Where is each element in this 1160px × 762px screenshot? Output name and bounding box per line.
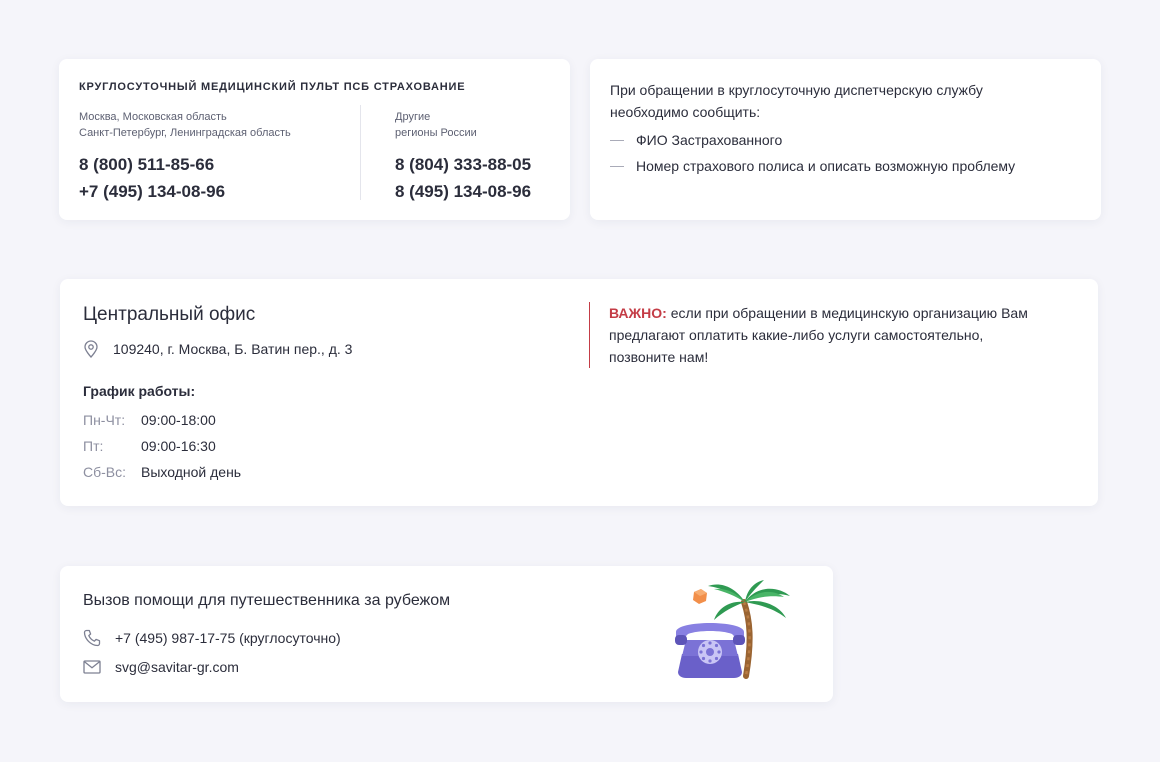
travel-email-text: svg@savitar-gr.com [115,659,239,675]
list-item-text: ФИО Застрахованного [636,132,783,148]
office-address: 109240, г. Москва, Б. Ватин пер., д. 3 [83,340,352,358]
travel-email[interactable]: svg@savitar-gr.com [83,659,239,675]
region-other: Другие регионы России [395,109,531,143]
schedule-time: 09:00-18:00 [141,412,216,428]
list-item-text: Номер страхового полиса и описать возмож… [636,158,1016,174]
envelope-icon [83,660,101,674]
phone-link[interactable]: 8 (800) 511-85-66 [79,151,291,178]
schedule-row: Сб-Вс: Выходной день [83,459,241,485]
schedule-day: Пт: [83,438,104,454]
dash-bullet [610,139,624,141]
region-line: Москва, Московская область [79,111,227,123]
orange-cube-shape [693,589,707,604]
important-label: ВАЖНО: [609,305,667,321]
important-text: если при обращении в медицинскую организ… [609,305,1028,365]
schedule-row: Пн-Чт: 09:00-18:00 [83,407,241,433]
location-pin-icon [84,340,98,358]
region-line: Другие [395,111,431,123]
dispatch-card: КРУГЛОСУТОЧНЫЙ МЕДИЦИНСКИЙ ПУЛЬТ ПСБ СТР… [59,59,570,220]
travel-phone[interactable]: +7 (495) 987-17-75 (круглосуточно) [83,629,341,647]
phone-link[interactable]: +7 (495) 134-08-96 [79,178,291,205]
phone-link[interactable]: 8 (495) 134-08-96 [395,178,531,205]
dispatch-regions-column: Другие регионы России 8 (804) 333-88-05 … [395,109,531,205]
travel-card: Вызов помощи для путешественника за рубе… [60,566,833,702]
phone-link[interactable]: 8 (804) 333-88-05 [395,151,531,178]
schedule-day: Сб-Вс: [83,464,127,480]
important-note: ВАЖНО: если при обращении в медицинскую … [589,302,1049,368]
region-moscow: Москва, Московская область Санкт-Петербу… [79,109,291,143]
rotary-telephone-shape [675,623,745,678]
schedule-time: Выходной день [141,464,242,480]
schedule-title: График работы: [83,383,196,399]
list-item: Номер страхового полиса и описать возмож… [610,153,1015,179]
schedule-row: Пт: 09:00-16:30 [83,433,241,459]
schedule-day: Пн-Чт: [83,412,126,428]
travel-title: Вызов помощи для путешественника за рубе… [83,592,451,609]
region-line: Санкт-Петербург, Ленинградская область [79,127,291,139]
notice-intro: При обращении в круглосуточную диспетчер… [610,82,983,120]
schedule-table: Пн-Чт: 09:00-18:00 Пт: 09:00-16:30 Сб-Вс… [83,407,241,485]
list-item: ФИО Застрахованного [610,127,1015,153]
office-card: Центральный офис 109240, г. Москва, Б. В… [60,279,1098,506]
telephone-palm-illustration [675,580,790,679]
dispatch-moscow-column: Москва, Московская область Санкт-Петербу… [79,109,291,205]
dispatch-title: КРУГЛОСУТОЧНЫЙ МЕДИЦИНСКИЙ ПУЛЬТ ПСБ СТР… [79,81,466,93]
office-title: Центральный офис [83,304,256,325]
dash-bullet [610,165,624,167]
column-divider [360,105,361,200]
travel-phone-text: +7 (495) 987-17-75 (круглосуточно) [115,630,341,646]
region-line: регионы России [395,127,477,139]
phone-icon [83,629,101,647]
address-text: 109240, г. Москва, Б. Ватин пер., д. 3 [113,341,353,357]
notice-card: При обращении в круглосуточную диспетчер… [590,59,1101,220]
notice-list: ФИО Застрахованного Номер страхового пол… [610,127,1015,179]
schedule-time: 09:00-16:30 [141,438,216,454]
